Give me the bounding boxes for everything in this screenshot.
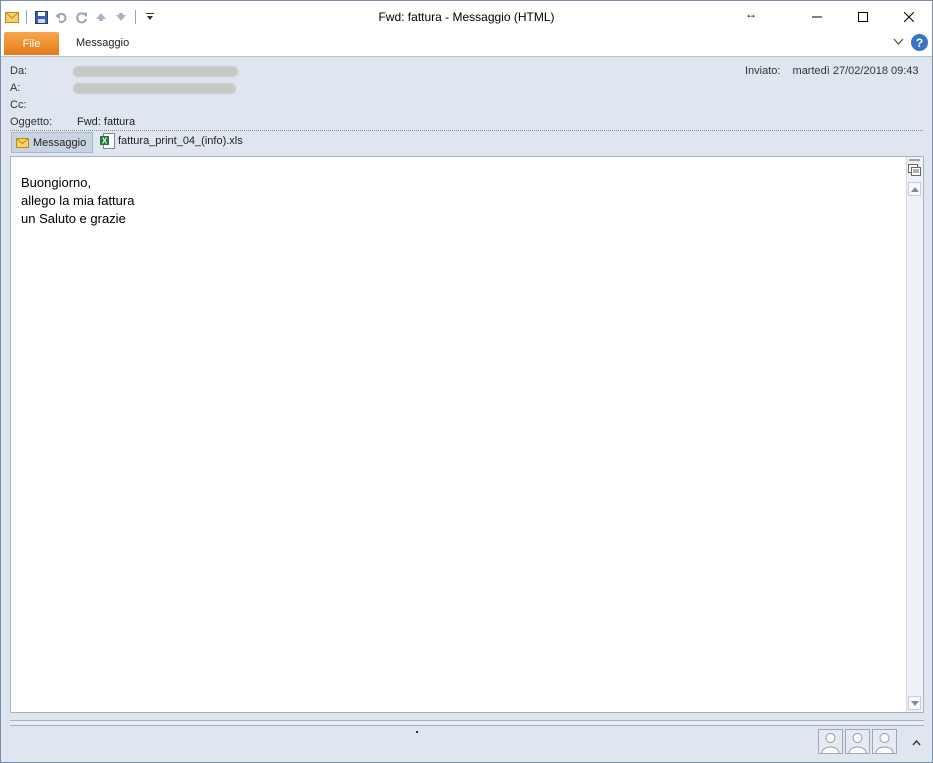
tab-message[interactable]: Messaggio (76, 37, 129, 49)
attachment-file-name: fattura_print_04_(info).xls (118, 135, 243, 147)
to-row: A: (10, 82, 20, 94)
expand-people-pane-icon[interactable] (912, 735, 921, 749)
redacted-recipient (73, 83, 236, 94)
help-icon[interactable]: ? (911, 34, 928, 51)
sent-label: Inviato: (745, 65, 781, 77)
body-line: un Saluto e grazie (21, 211, 126, 226)
scrollbar-splitter[interactable] (909, 159, 920, 161)
ribbon-right-controls: ? (893, 34, 928, 51)
minimize-ribbon-icon[interactable] (893, 37, 904, 49)
scroll-down-button[interactable] (908, 696, 921, 710)
attachment-message-tab[interactable]: Messaggio (11, 132, 93, 153)
window-controls (794, 1, 932, 32)
status-dot (416, 731, 418, 733)
view-toggle-icon[interactable] (908, 164, 921, 176)
message-body[interactable]: Buongiorno, allego la mia fattura un Sal… (10, 156, 924, 713)
subject-value: Fwd: fattura (77, 116, 136, 128)
people-pane (1, 725, 932, 762)
from-row: Da: (10, 65, 27, 77)
body-line: Buongiorno, (21, 175, 92, 190)
svg-text:X: X (102, 137, 108, 146)
sent-info: Inviato: martedì 27/02/2018 09:43 (745, 65, 919, 77)
subject-label: Oggetto: (10, 116, 53, 128)
window-title: Fwd: fattura - Messaggio (HTML) (378, 10, 555, 24)
subject-row: Oggetto: (10, 116, 52, 128)
excel-file-icon: X (100, 133, 115, 149)
from-label: Da: (10, 65, 28, 77)
attachment-bar: Messaggio X fattura_print_04_(info).xls (10, 132, 925, 154)
cc-label: Cc: (10, 99, 27, 111)
title-bar: Fwd: fattura - Messaggio (HTML) ↔ (1, 1, 932, 32)
arrow-up-icon (911, 187, 919, 192)
cc-row: Cc: (10, 99, 27, 111)
message-header: Da: A: Cc: Oggetto: Fwd: fattura Inviato… (1, 57, 932, 131)
resize-cursor-icon: ↔ (745, 7, 757, 21)
close-button[interactable] (886, 1, 932, 32)
avatar[interactable] (845, 729, 870, 754)
header-divider (10, 130, 923, 131)
avatar[interactable] (818, 729, 843, 754)
minimize-button[interactable] (794, 1, 840, 32)
attachment-message-label: Messaggio (33, 136, 87, 149)
sent-value: martedì 27/02/2018 09:43 (792, 65, 919, 77)
redacted-sender (73, 66, 238, 77)
vertical-scrollbar[interactable] (906, 157, 923, 712)
maximize-button[interactable] (840, 1, 886, 32)
message-text: Buongiorno, allego la mia fattura un Sal… (21, 174, 134, 228)
to-label: A: (10, 82, 21, 94)
avatar[interactable] (872, 729, 897, 754)
tab-file[interactable]: File (4, 32, 59, 55)
attachment-file[interactable]: X fattura_print_04_(info).xls (100, 133, 243, 149)
ribbon-tabs: File Messaggio ? (1, 32, 932, 57)
people-avatars (818, 729, 897, 754)
message-window: Fwd: fattura - Messaggio (HTML) ↔ File M… (0, 0, 933, 763)
scroll-up-button[interactable] (908, 182, 921, 196)
envelope-icon (16, 137, 29, 148)
arrow-down-icon (911, 701, 919, 706)
body-line: allego la mia fattura (21, 193, 135, 208)
